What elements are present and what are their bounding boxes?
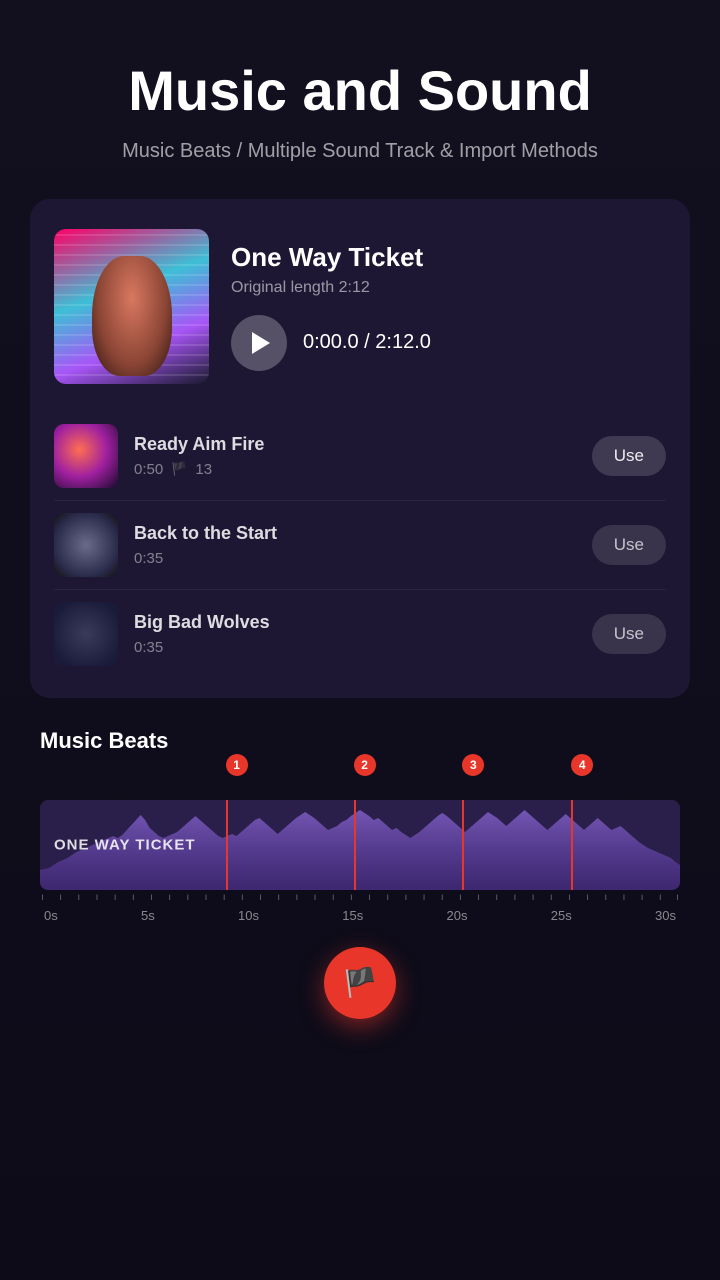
track-name-2: Big Bad Wolves	[134, 612, 576, 633]
timeline: // We'll use static rects	[40, 894, 680, 923]
beats-title: Music Beats	[40, 728, 680, 754]
beat-line-2	[354, 800, 356, 890]
use-button-1[interactable]: Use	[592, 525, 666, 565]
use-button-0[interactable]: Use	[592, 436, 666, 476]
page-title: Music and Sound	[128, 60, 592, 122]
track-duration-0: 0:50	[134, 461, 163, 478]
album-art-visual	[54, 229, 209, 384]
track-details-2: Big Bad Wolves 0:35	[134, 612, 576, 656]
use-button-2[interactable]: Use	[592, 614, 666, 654]
track-name-0: Ready Aim Fire	[134, 434, 576, 455]
timeline-label-25s: 25s	[551, 908, 572, 923]
play-icon	[252, 332, 270, 354]
track-thumbnail-2	[54, 602, 118, 666]
page-subtitle: Music Beats / Multiple Sound Track & Imp…	[122, 140, 598, 163]
beat-marker-3: 3	[462, 754, 484, 776]
beat-badge-3: 3	[462, 754, 484, 776]
beat-marker-4: 4	[571, 754, 593, 776]
timeline-label-30s: 30s	[655, 908, 676, 923]
waveform-container[interactable]: ONE WAY TICKET	[40, 800, 680, 890]
beat-marker-1: 1	[226, 754, 248, 776]
track-details-1: Back to the Start 0:35	[134, 523, 576, 567]
tick-marks-svg: // We'll use static rects	[42, 894, 678, 906]
now-playing-section: One Way Ticket Original length 2:12 0:00…	[54, 229, 666, 384]
album-art	[54, 229, 209, 384]
timeline-label-10s: 10s	[238, 908, 259, 923]
track-item: Ready Aim Fire 0:50 🏴 13 Use	[54, 412, 666, 501]
beat-badge-2: 2	[354, 754, 376, 776]
play-button[interactable]	[231, 315, 287, 371]
markers-row: 1 2 3 4	[40, 772, 680, 800]
timeline-label-15s: 15s	[342, 908, 363, 923]
timeline-label-5s: 5s	[141, 908, 155, 923]
fab-container: 🏴	[30, 947, 690, 1019]
beat-line-3	[462, 800, 464, 890]
track-title: One Way Ticket	[231, 242, 666, 273]
track-duration-2: 0:35	[134, 639, 163, 656]
beat-marker-2: 2	[354, 754, 376, 776]
track-thumbnail-1	[54, 513, 118, 577]
track-meta-0: 0:50 🏴 13	[134, 461, 576, 478]
time-total: 2:12.0	[375, 331, 431, 353]
time-display: 0:00.0 / 2:12.0	[303, 331, 431, 354]
time-current: 0:00.0	[303, 331, 359, 353]
beat-line-4	[571, 800, 573, 890]
timeline-label-0s: 0s	[44, 908, 58, 923]
face-silhouette	[92, 256, 172, 376]
track-length: Original length 2:12	[231, 279, 666, 297]
time-separator: /	[364, 331, 375, 353]
track-meta-2: 0:35	[134, 639, 576, 656]
track-thumbnail-0	[54, 424, 118, 488]
beat-badge-1: 1	[226, 754, 248, 776]
track-name-1: Back to the Start	[134, 523, 576, 544]
track-meta-1: 0:35	[134, 550, 576, 567]
track-item: Back to the Start 0:35 Use	[54, 501, 666, 590]
main-card: One Way Ticket Original length 2:12 0:00…	[30, 199, 690, 698]
timeline-labels-row: 0s 5s 10s 15s 20s 25s 30s	[40, 906, 680, 923]
track-duration-1: 0:35	[134, 550, 163, 567]
track-info: One Way Ticket Original length 2:12 0:00…	[231, 242, 666, 371]
beat-line-1	[226, 800, 228, 890]
track-details-0: Ready Aim Fire 0:50 🏴 13	[134, 434, 576, 478]
fab-flag-button[interactable]: 🏴	[324, 947, 396, 1019]
beats-container: 1 2 3 4 ONE WAY TICKET	[40, 772, 680, 923]
flag-icon-0: 🏴	[171, 461, 187, 477]
beat-badge-4: 4	[571, 754, 593, 776]
timeline-label-20s: 20s	[447, 908, 468, 923]
fab-flag-icon: 🏴	[343, 966, 378, 999]
track-flags-0: 13	[195, 461, 212, 478]
beats-track-label: ONE WAY TICKET	[54, 836, 196, 853]
track-list: Ready Aim Fire 0:50 🏴 13 Use Back to the…	[54, 412, 666, 678]
player-controls: 0:00.0 / 2:12.0	[231, 315, 666, 371]
track-item: Big Bad Wolves 0:35 Use	[54, 590, 666, 678]
page-wrapper: Music and Sound Music Beats / Multiple S…	[0, 0, 720, 1280]
beats-section: Music Beats 1 2 3 4	[30, 728, 690, 923]
tick-marks-row: // We'll use static rects	[40, 894, 680, 906]
